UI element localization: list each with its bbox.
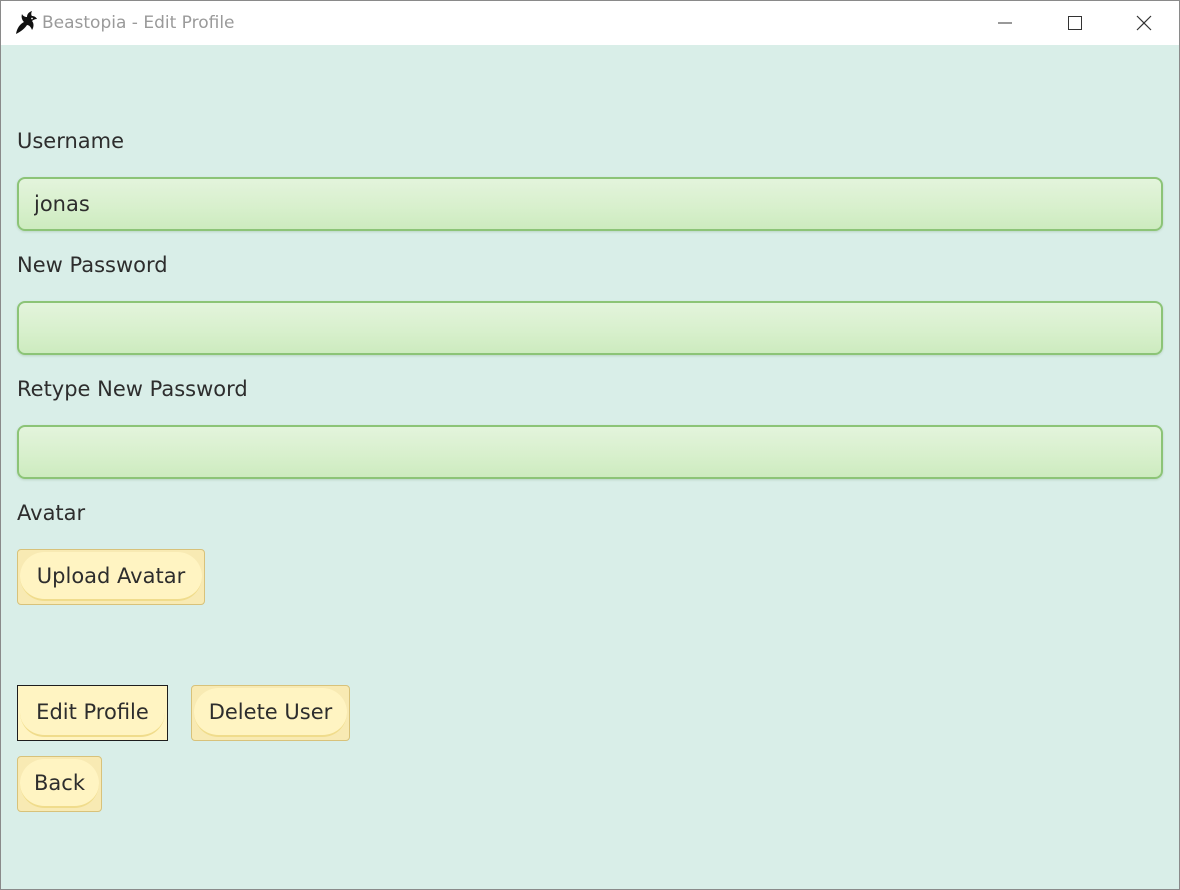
avatar-label: Avatar: [17, 501, 86, 525]
username-field-box: [17, 177, 1163, 231]
back-button[interactable]: Back: [17, 756, 102, 812]
maximize-icon: [1068, 16, 1082, 30]
username-input[interactable]: [19, 179, 1161, 229]
new-password-label: New Password: [17, 253, 168, 277]
window-title: Beastopia - Edit Profile: [42, 13, 235, 33]
close-icon: [1136, 15, 1152, 31]
delete-user-button-label: Delete User: [194, 688, 347, 737]
edit-profile-button[interactable]: Edit Profile: [17, 685, 168, 741]
delete-user-button[interactable]: Delete User: [191, 685, 350, 741]
retype-password-label: Retype New Password: [17, 377, 248, 401]
upload-avatar-button-label: Upload Avatar: [20, 552, 202, 601]
dragon-icon: [16, 11, 37, 34]
retype-password-field-box: [17, 425, 1163, 479]
username-label: Username: [17, 129, 125, 153]
minimize-button[interactable]: [970, 1, 1040, 45]
new-password-field-box: [17, 301, 1163, 355]
back-button-label: Back: [20, 759, 99, 808]
new-password-input[interactable]: [19, 303, 1161, 353]
title-bar[interactable]: Beastopia - Edit Profile: [1, 1, 1179, 45]
minimize-icon: [998, 22, 1012, 24]
edit-profile-button-label: Edit Profile: [20, 688, 165, 737]
retype-password-input[interactable]: [19, 427, 1161, 477]
close-button[interactable]: [1109, 1, 1179, 45]
edit-profile-window: Beastopia - Edit Profile Username New Pa…: [0, 0, 1180, 890]
upload-avatar-button[interactable]: Upload Avatar: [17, 549, 205, 605]
maximize-button[interactable]: [1040, 1, 1110, 45]
